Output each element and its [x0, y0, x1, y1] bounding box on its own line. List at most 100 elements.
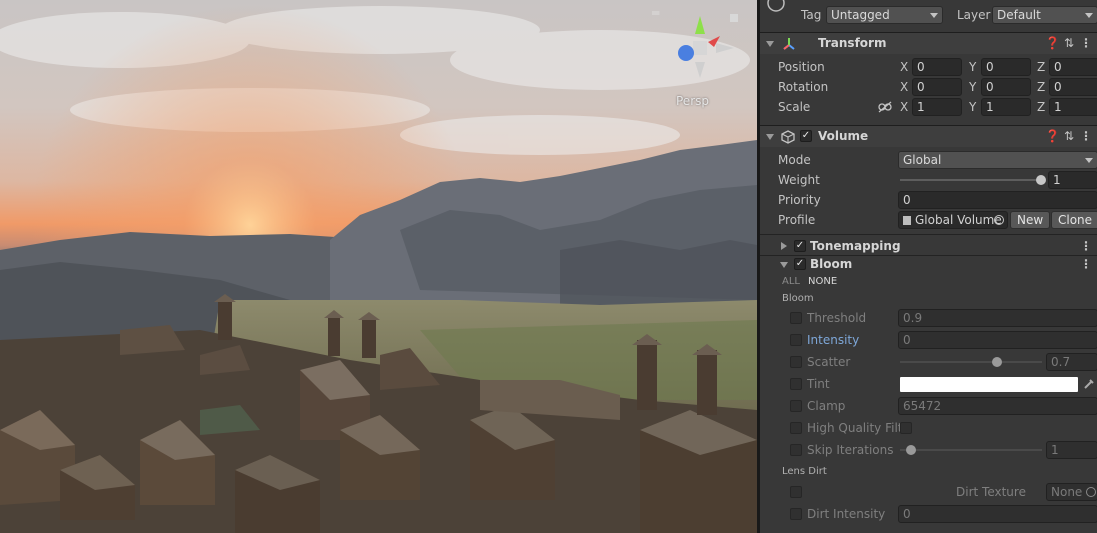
transform-header[interactable]: Transform ❓ ⇅ ⋮ [760, 32, 1097, 54]
skip-override-checkbox[interactable] [790, 444, 802, 456]
bloom-enabled-checkbox[interactable]: ✓ [794, 258, 806, 270]
profile-object-field[interactable]: Global Volume [898, 211, 1008, 229]
hq-override-checkbox[interactable] [790, 422, 802, 434]
volume-enabled-checkbox[interactable]: ✓ [800, 130, 812, 142]
tonemapping-enabled-checkbox[interactable]: ✓ [794, 240, 806, 252]
orientation-gizmo[interactable] [664, 12, 736, 84]
foldout-arrow-icon[interactable] [766, 41, 774, 47]
tag-dropdown[interactable]: Untagged [826, 6, 943, 24]
help-icon[interactable]: ❓ [1045, 130, 1060, 142]
scene-menu-icon[interactable]: ═ [652, 6, 659, 20]
tint-override-checkbox[interactable] [790, 378, 802, 390]
weight-field[interactable]: 1 [1048, 171, 1097, 189]
skip-iterations-row: Skip Iterations 1 [760, 440, 1097, 460]
object-picker-icon[interactable] [994, 215, 1004, 225]
axis-y-label[interactable]: Y [969, 100, 976, 114]
intensity-override-checkbox[interactable] [790, 334, 802, 346]
kebab-menu-icon[interactable]: ⋮ [1080, 36, 1092, 50]
layer-value: Default [997, 8, 1041, 22]
weight-slider-track[interactable] [900, 179, 1042, 181]
threshold-override-checkbox[interactable] [790, 312, 802, 324]
weight-slider-knob[interactable] [1036, 175, 1046, 185]
axis-z-label[interactable]: Z [1037, 80, 1045, 94]
volume-header[interactable]: ✓ Volume ❓ ⇅ ⋮ [760, 125, 1097, 147]
foldout-arrow-icon[interactable] [780, 262, 788, 268]
axis-x-label[interactable]: X [900, 80, 908, 94]
position-y-field[interactable]: 0 [981, 58, 1031, 76]
all-overrides-button[interactable]: ALL [782, 276, 800, 287]
eyedropper-icon[interactable] [1083, 378, 1095, 390]
clamp-row: Clamp 65472 [760, 396, 1097, 416]
dirt-texture-row: Dirt Texture None [760, 482, 1097, 502]
skip-field[interactable]: 1 [1046, 441, 1097, 459]
position-x-field[interactable]: 0 [912, 58, 962, 76]
tonemapping-header[interactable]: ✓ Tonemapping ⋮ [760, 236, 1097, 256]
scatter-slider-knob[interactable] [992, 357, 1002, 367]
skip-slider-track[interactable] [900, 449, 1042, 451]
help-icon[interactable]: ❓ [1045, 37, 1060, 49]
axis-y-label[interactable]: Y [969, 60, 976, 74]
clamp-override-checkbox[interactable] [790, 400, 802, 412]
clamp-field[interactable]: 65472 [898, 397, 1097, 415]
rotation-z-field[interactable]: 0 [1049, 78, 1097, 96]
dirt-intensity-label: Dirt Intensity [807, 507, 886, 521]
hq-value-checkbox[interactable] [900, 422, 912, 434]
dirt-texture-override-checkbox[interactable] [790, 486, 802, 498]
tag-value: Untagged [831, 8, 890, 22]
tag-label: Tag [801, 8, 822, 22]
axis-y-label[interactable]: Y [969, 80, 976, 94]
mode-dropdown[interactable]: Global [898, 151, 1097, 169]
priority-label: Priority [778, 193, 821, 207]
scatter-row: Scatter 0.7 [760, 352, 1097, 372]
gizmo-x-neg-arrow[interactable] [716, 43, 734, 53]
transform-title: Transform [818, 36, 887, 50]
scene-view[interactable]: ═ Persp [0, 0, 757, 533]
layer-dropdown[interactable]: Default [992, 6, 1097, 24]
priority-field[interactable]: 0 [898, 191, 1097, 209]
scale-z-field[interactable]: 1 [1049, 98, 1097, 116]
clone-profile-button[interactable]: Clone [1051, 211, 1097, 229]
object-picker-icon[interactable] [1086, 487, 1096, 497]
scale-x-field[interactable]: 1 [912, 98, 962, 116]
gizmo-y-arrow[interactable] [695, 16, 705, 34]
mode-label: Mode [778, 153, 811, 167]
tint-color-swatch[interactable] [900, 377, 1078, 392]
scatter-field[interactable]: 0.7 [1046, 353, 1097, 371]
constrain-proportions-icon[interactable] [878, 101, 892, 113]
dirt-intensity-override-checkbox[interactable] [790, 508, 802, 520]
foldout-arrow-icon[interactable] [766, 134, 774, 140]
scale-y-field[interactable]: 1 [981, 98, 1031, 116]
rotation-x-field[interactable]: 0 [912, 78, 962, 96]
bloom-header[interactable]: ✓ Bloom ⋮ [760, 254, 1097, 274]
gizmo-z-arrow[interactable] [678, 45, 694, 61]
kebab-menu-icon[interactable]: ⋮ [1080, 239, 1092, 253]
dirt-intensity-field[interactable]: 0 [898, 505, 1097, 523]
gizmo-center[interactable] [693, 41, 707, 55]
kebab-menu-icon[interactable]: ⋮ [1080, 129, 1092, 143]
axis-x-label[interactable]: X [900, 60, 908, 74]
scatter-override-checkbox[interactable] [790, 356, 802, 368]
profile-value: Global Volume [915, 213, 1002, 227]
none-overrides-button[interactable]: NONE [808, 276, 837, 287]
skip-slider-knob[interactable] [906, 445, 916, 455]
preset-icon[interactable]: ⇅ [1064, 37, 1074, 49]
mode-row: Mode Global [760, 150, 1097, 170]
position-label: Position [778, 60, 825, 74]
axis-z-label[interactable]: Z [1037, 100, 1045, 114]
foldout-arrow-icon[interactable] [781, 242, 787, 250]
axis-z-label[interactable]: Z [1037, 60, 1045, 74]
scatter-slider-track[interactable] [900, 361, 1042, 363]
weight-label: Weight [778, 173, 820, 187]
rotation-y-field[interactable]: 0 [981, 78, 1031, 96]
threshold-field[interactable]: 0.9 [898, 309, 1097, 327]
kebab-menu-icon[interactable]: ⋮ [1080, 257, 1092, 271]
gizmo-y-neg-arrow[interactable] [695, 62, 705, 78]
new-profile-button[interactable]: New [1010, 211, 1051, 229]
intensity-field[interactable]: 0 [898, 331, 1097, 349]
position-row: Position X 0 Y 0 Z 0 [760, 57, 1097, 77]
preset-icon[interactable]: ⇅ [1064, 130, 1074, 142]
axis-x-label[interactable]: X [900, 100, 908, 114]
camera-mode-label[interactable]: Persp [676, 94, 709, 108]
volume-title: Volume [818, 129, 869, 143]
position-z-field[interactable]: 0 [1049, 58, 1097, 76]
